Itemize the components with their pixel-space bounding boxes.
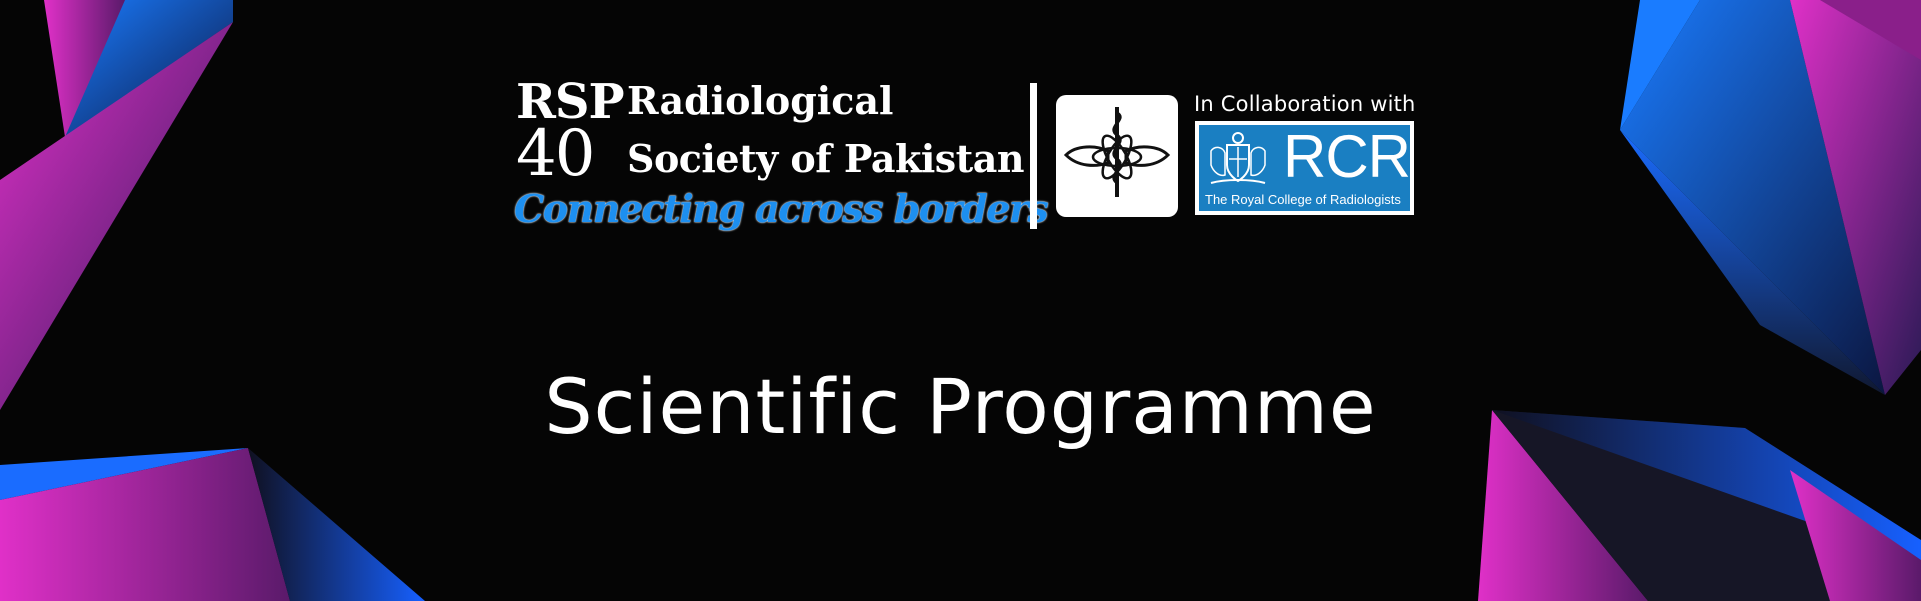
society-emblem [1056, 95, 1178, 217]
rsp-name-line2: Society of Pakistan [627, 136, 1024, 181]
rcr-logo-panel: RCR The Royal College of Radiologists [1199, 123, 1411, 211]
rsp-anniversary-number: 40 [516, 117, 595, 191]
rsp-logo: RSP 40 Radiological Society of Pakistan … [512, 74, 1049, 244]
coat-of-arms-icon [1210, 132, 1266, 184]
rsp-tagline: Connecting across borders [514, 186, 1049, 231]
rcr-full-name: The Royal College of Radiologists [1205, 192, 1401, 207]
rsp-name-line1: Radiological [627, 78, 894, 123]
header-banner: RSP 40 Radiological Society of Pakistan … [0, 0, 1921, 601]
logo-divider [1030, 83, 1037, 229]
rcr-logo: RCR The Royal College of Radiologists [1195, 121, 1414, 215]
collaboration-label: In Collaboration with [1194, 92, 1416, 116]
rcr-abbreviation: RCR [1283, 123, 1411, 190]
crescent-caduceus-emblem-icon [1063, 107, 1171, 197]
page-title: Scientific Programme [544, 362, 1377, 451]
